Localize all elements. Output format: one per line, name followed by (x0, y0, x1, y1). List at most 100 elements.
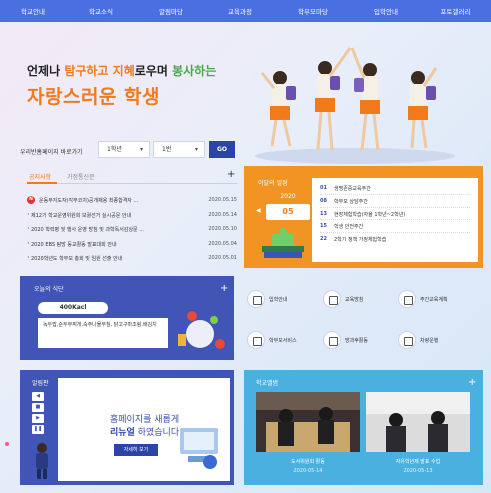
homeroom-shortcut-label: 우리반홈페이지 바로가기 (20, 149, 83, 156)
schedule-day: 22 (320, 236, 327, 243)
monthly-schedule-panel: 이달의 일정 2020 ◀ 05 ▶ 01생명존중교육주간 08학부모 상담주간… (244, 166, 483, 268)
schedule-event[interactable]: 현장체험학습(자율 1학년~2학년) (334, 211, 405, 218)
list-item[interactable]: 2020학년도 학부모 총회 및 임원 선출 안내 2020.05.01 (27, 252, 237, 267)
album-caption: 자유학년제 발표 수업 (395, 459, 441, 465)
quick-link-label: 입학안내 (269, 297, 288, 303)
quick-link-bus[interactable]: 차량운행 (398, 331, 472, 351)
notice-list: N 운동부지도자(각부코치)공개채용 최종합격자 ... 2020.05.15 … (27, 194, 237, 267)
notice-title[interactable]: 2020 학력평 및 행사 운영 방침 및 과학독서감상문 ... (31, 226, 144, 233)
schedule-event[interactable]: 학부모 상담주간 (334, 198, 368, 205)
quick-link-label: 차량운행 (420, 338, 439, 344)
popup-title: 알림판 (32, 380, 49, 387)
notice-date: 2020.05.14 (208, 211, 237, 218)
tab-notice[interactable]: 공지사항 (29, 172, 51, 181)
hero-slogan-part: 로우며 (134, 64, 173, 78)
book-icon (323, 290, 341, 308)
bus-icon (398, 331, 416, 349)
nav-item-notice-board[interactable]: 알림마당 (136, 6, 206, 16)
schedule-event[interactable]: 생명존중교육주간 (334, 185, 371, 192)
notice-more-plus-icon[interactable]: + (227, 170, 235, 180)
nav-item-parents[interactable]: 학부모마당 (274, 6, 352, 16)
list-item[interactable]: 2020 학력평 및 행사 운영 방침 및 과학독서감상문 ... 2020.0… (27, 223, 237, 238)
students-illustration (255, 47, 455, 164)
popup-line-1: 홈페이지를 새롭게 (110, 415, 180, 425)
menu-title: 오늘의 식단 (34, 286, 64, 293)
today-menu-panel: 오늘의 식단 + 400Kacl 녹두밥,순두부찌개,숙주나물무침, 닭고구마조… (20, 276, 234, 360)
hero-slogan-part: 봉사하는 (172, 64, 217, 78)
hero-slogan-part: 언제나 (27, 64, 65, 78)
schedule-list: 01 생명존중교육주간 08 학부모 상담주간 13 현장체험학습(자율 1학년~2학… (312, 178, 478, 262)
hero-title: 자랑스러운 학생 (27, 86, 160, 108)
album-more-plus-icon[interactable]: + (468, 378, 476, 388)
popup-next-icon[interactable]: ▶ (32, 414, 44, 423)
grade-select[interactable]: 1학년 (98, 141, 150, 158)
view-details-button[interactable]: 자세히 보기 (114, 444, 158, 456)
go-button[interactable]: GO (209, 141, 235, 158)
list-item[interactable]: 제12기 학교운영위원회 보궐선거 실시공문 안내 2020.05.14 (27, 209, 237, 224)
teacher-illustration (36, 443, 48, 479)
renewal-illustration (180, 428, 218, 469)
album-caption: 도서위원회 활동 (291, 459, 325, 465)
popup-prev-icon[interactable]: ◀ (32, 392, 44, 401)
decorative-dot (5, 442, 9, 446)
album-date: 2020-05-13 (403, 468, 433, 474)
activity-icon (323, 331, 341, 349)
quick-link-label: 주간교육계획 (420, 297, 448, 303)
new-badge: N (27, 195, 35, 204)
quick-link-weekly-plan[interactable]: 주간교육계획 (398, 290, 472, 310)
prev-month-icon[interactable]: ◀ (256, 207, 261, 214)
admission-icon (247, 290, 265, 308)
nav-item-school-news[interactable]: 학교소식 (66, 6, 136, 16)
quick-link-label: 학부모서비스 (269, 338, 297, 344)
hero-slogan-part: 지혜 (112, 64, 135, 78)
notice-title[interactable]: 제12기 학교운영위원회 보궐선거 실시공문 안내 (31, 212, 131, 219)
schedule-month: 05 (266, 204, 310, 220)
list-item[interactable]: 08 학부모 상담주간 (320, 195, 470, 208)
menu-more-plus-icon[interactable]: + (220, 284, 228, 294)
list-item[interactable]: N 운동부지도자(각부코치)공개채용 최종합격자 ... 2020.05.15 (27, 194, 237, 209)
schedule-day: 08 (320, 197, 327, 204)
nav-item-photo-gallery[interactable]: 포토갤러리 (420, 6, 491, 16)
notice-popup-zone: 알림판 ◀ ■ ▶ ❚❚ 홈페이지를 새롭게 리뉴얼 하였습니다. 자세히 보기 (20, 370, 234, 485)
schedule-event[interactable]: 학생 안전주간 (334, 223, 363, 230)
quick-link-education-policy[interactable]: 교육방침 (323, 290, 397, 310)
notice-title[interactable]: 2020학년도 학부모 총회 및 임원 선출 안내 (31, 255, 122, 262)
tab-newsletter[interactable]: 가정통신문 (67, 172, 95, 181)
nav-item-admission[interactable]: 입학안내 (352, 6, 420, 16)
hero-slogan: 언제나 탐구하고 지혜로우며 봉사하는 (27, 62, 216, 79)
notice-date: 2020.05.01 (208, 255, 237, 261)
nav-item-school-info[interactable]: 학교안내 (0, 6, 66, 16)
top-navigation: 학교안내 학교소식 알림마당 교육과정 학부모마당 입학안내 포토갤러리 (0, 0, 491, 22)
popup-highlight: 리뉴얼 (110, 428, 135, 438)
list-item[interactable]: 22 2학기 정책 가정체험학습 (320, 233, 470, 246)
album-date: 2020-05-14 (293, 468, 323, 474)
quick-link-parent-service[interactable]: 학부모서비스 (247, 331, 321, 351)
album-photo-library[interactable] (256, 392, 360, 452)
service-icon (247, 331, 265, 349)
class-select[interactable]: 1반 (153, 141, 205, 158)
notice-title[interactable]: 운동부지도자(각부코치)공개채용 최종합격자 ... (39, 197, 138, 204)
notice-date: 2020.05.10 (208, 226, 237, 232)
schedule-year: 2020 (280, 193, 296, 200)
list-item[interactable]: 01 생명존중교육주간 (320, 182, 470, 195)
schedule-title: 이달의 일정 (258, 180, 288, 187)
books-illustration (262, 228, 304, 258)
popup-pause-icon[interactable]: ❚❚ (32, 425, 44, 434)
album-title: 학교앨범 (256, 380, 279, 387)
quick-link-after-school[interactable]: 방과후활동 (323, 331, 397, 351)
notice-title[interactable]: 2020 EBS 탐방 등교활동 발표대회 안내 (31, 241, 117, 248)
list-item[interactable]: 13 현장체험학습(자율 1학년~2학년) (320, 208, 470, 221)
hero-slogan-part: 탐구하고 (64, 64, 109, 78)
album-photo-presentation[interactable] (366, 392, 470, 452)
food-illustration (178, 311, 225, 349)
active-tab-indicator (27, 182, 57, 184)
quick-link-admission[interactable]: 입학안내 (247, 290, 321, 310)
popup-line-2: 리뉴얼 하였습니다. (110, 425, 182, 438)
quick-link-label: 방과후활동 (345, 338, 369, 344)
list-item[interactable]: 15 학생 안전주간 (320, 220, 470, 234)
popup-stop-icon[interactable]: ■ (32, 403, 44, 412)
list-item[interactable]: 2020 EBS 탐방 등교활동 발표대회 안내 2020.05.04 (27, 238, 237, 253)
nav-item-curriculum[interactable]: 교육과정 (206, 6, 274, 16)
schedule-event[interactable]: 2학기 정책 가정체험학습 (334, 236, 386, 243)
popup-banner[interactable]: 홈페이지를 새롭게 리뉴얼 하였습니다. 자세히 보기 (58, 378, 230, 481)
